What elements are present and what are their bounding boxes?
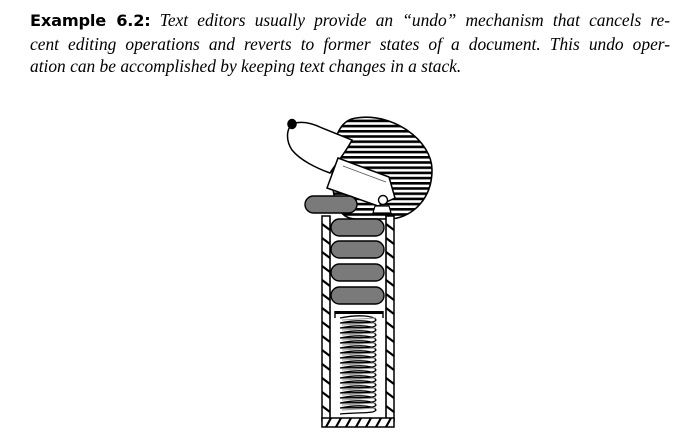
spring-platform bbox=[335, 311, 383, 314]
pez-dispenser-stack-illustration bbox=[286, 116, 433, 428]
stack-item bbox=[330, 286, 385, 305]
stack-items bbox=[330, 218, 385, 305]
stack-item bbox=[330, 218, 385, 237]
stack-item bbox=[330, 263, 385, 282]
hand-tip bbox=[287, 118, 297, 130]
popped-stack-item bbox=[304, 195, 358, 214]
flap-hinge bbox=[377, 194, 389, 206]
spring bbox=[339, 315, 377, 415]
stack-item bbox=[330, 240, 385, 259]
